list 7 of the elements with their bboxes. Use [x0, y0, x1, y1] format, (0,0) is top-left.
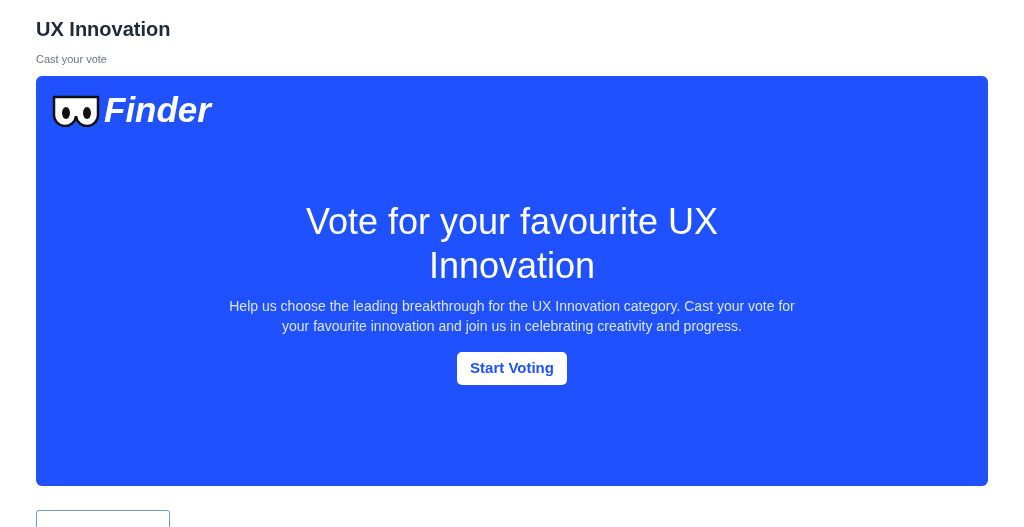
logo-text: Finder: [104, 92, 211, 128]
banner-description: Help us choose the leading breakthrough for the UX Innovation category. Cast your vote for your favourite innovation and join us in celebrating creativity and progress.: [228, 297, 796, 336]
page-title: UX Innovation: [36, 17, 171, 41]
banner-heading: Vote for your favourite UX Innovation: [304, 200, 720, 288]
eyes-icon: [52, 93, 100, 127]
page-subtitle: Cast your vote: [36, 52, 107, 66]
start-voting-button[interactable]: Start Voting: [457, 352, 567, 385]
